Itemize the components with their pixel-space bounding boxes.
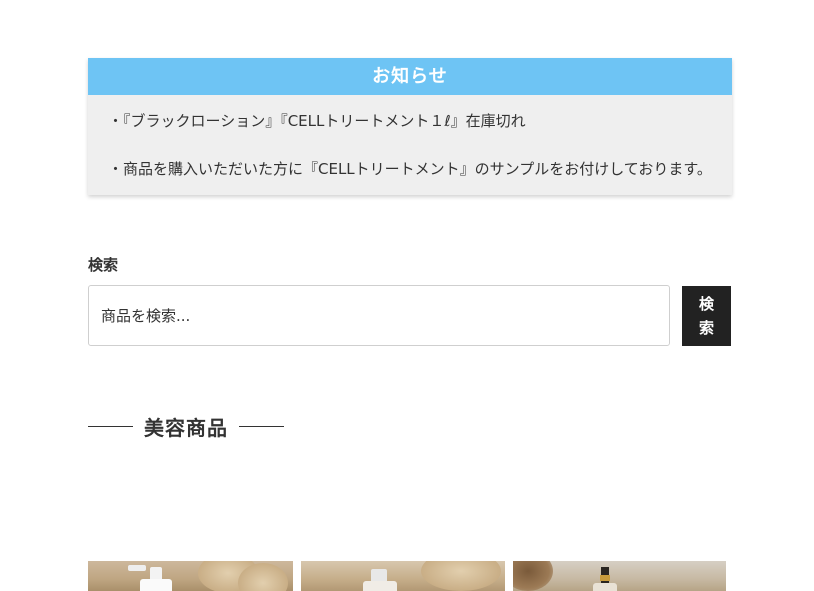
notice-body: ・『ブラックローション』『CELLトリートメント１ℓ』在庫切れ ・商品を購入いた… (88, 95, 732, 195)
bottle-body (363, 581, 397, 591)
pampas-grass-decoration (421, 561, 501, 591)
notice-line-sample: ・商品を購入いただいた方に『CELLトリートメント』のサンプルをお付けしておりま… (108, 160, 712, 178)
section-heading-text: 美容商品 (144, 416, 228, 440)
bottle-pump (128, 565, 146, 571)
heading-line-right (239, 426, 284, 427)
page: お知らせ ・『ブラックローション』『CELLトリートメント１ℓ』在庫切れ ・商品… (0, 0, 814, 591)
notice-box: お知らせ ・『ブラックローション』『CELLトリートメント１ℓ』在庫切れ ・商品… (88, 58, 732, 195)
product-image[interactable] (301, 561, 505, 591)
bottle-ring (600, 575, 610, 581)
bottle-body (593, 583, 617, 591)
notice-title: お知らせ (88, 58, 732, 95)
bottle-body (140, 579, 172, 591)
search-button-label-1: 検 (698, 295, 714, 313)
product-image[interactable] (88, 561, 293, 591)
search-widget-title: 検索 (88, 256, 119, 274)
pampas-grass-decoration (238, 563, 288, 591)
search-button[interactable]: 検 索 (682, 286, 731, 346)
search-input[interactable] (88, 285, 670, 346)
section-heading: 美容商品 (88, 412, 284, 441)
search-button-label-2: 索 (698, 319, 714, 337)
dried-flower-decoration (513, 561, 553, 591)
product-image[interactable] (513, 561, 726, 591)
heading-line-left (88, 426, 133, 427)
notice-line-stock: ・『ブラックローション』『CELLトリートメント１ℓ』在庫切れ (108, 112, 526, 130)
